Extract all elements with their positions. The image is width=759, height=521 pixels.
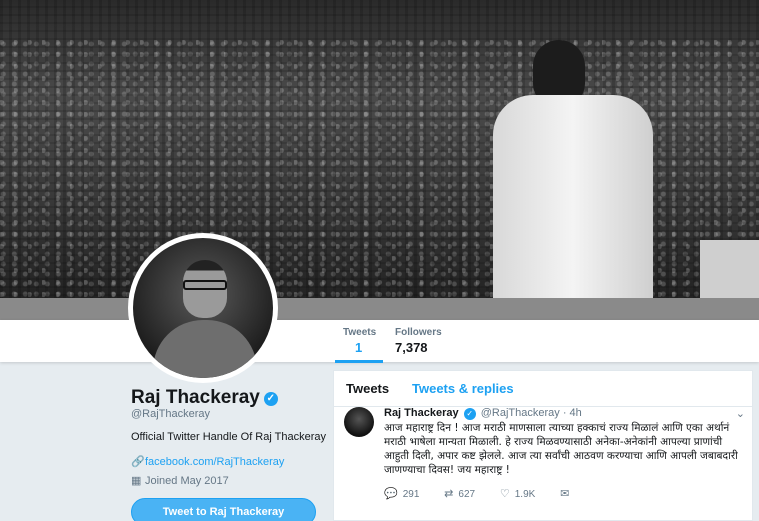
tweet-header: Raj Thackeray ✓ @RajThackeray · 4h	[384, 407, 582, 420]
retweet-icon: ⇄	[444, 488, 454, 500]
tweet-to-button[interactable]: Tweet to Raj Thackeray	[131, 498, 316, 521]
profile-handle[interactable]: @RajThackeray	[131, 408, 210, 420]
reply-icon: 💬	[384, 488, 398, 500]
profile-avatar[interactable]	[128, 233, 278, 383]
stat-tweets-value: 1	[355, 340, 363, 355]
reply-count: 291	[402, 489, 420, 500]
retweet-action[interactable]: ⇄ 627	[444, 487, 475, 500]
reply-action[interactable]: 💬 291	[384, 487, 419, 500]
tweet-author-name[interactable]: Raj Thackeray	[384, 407, 459, 419]
stat-followers-value: 7,378	[395, 340, 428, 355]
profile-link[interactable]: facebook.com/RajThackeray	[145, 456, 284, 468]
banner-speaker	[493, 95, 653, 320]
stat-tweets-label: Tweets	[343, 327, 377, 338]
retweet-count: 627	[458, 489, 476, 500]
stat-followers-label: Followers	[395, 327, 442, 338]
avatar-glasses	[183, 280, 227, 290]
profile-bio: Official Twitter Handle Of Raj Thackeray	[131, 431, 327, 443]
like-action[interactable]: ♡ 1.9K	[500, 487, 535, 500]
link-icon: 🔗	[131, 456, 145, 468]
tweet-verified-icon: ✓	[463, 408, 476, 420]
tweet[interactable]: Raj Thackeray ✓ @RajThackeray · 4h ⌄ आज …	[333, 370, 753, 521]
tweet-avatar[interactable]	[344, 407, 374, 437]
profile-name-row: Raj Thackeray ✓	[131, 387, 278, 409]
profile-joined: Joined May 2017	[145, 475, 229, 487]
like-count: 1.9K	[514, 489, 536, 500]
heart-icon: ♡	[499, 488, 510, 500]
tweet-text: आज महाराष्ट्र दिन ! आज मराठी माणसाला त्य…	[384, 422, 738, 476]
profile-joined-row: ▦ Joined May 2017	[131, 474, 229, 487]
profile-link-row: 🔗facebook.com/RajThackeray	[131, 455, 284, 468]
avatar-image	[133, 238, 273, 378]
chevron-down-icon[interactable]: ⌄	[736, 407, 745, 420]
tweet-actions: 💬 291 ⇄ 627 ♡ 1.9K ✉	[384, 487, 596, 500]
verified-badge-icon: ✓	[263, 392, 278, 406]
banner-stage	[0, 298, 759, 320]
tweet-time[interactable]: · 4h	[563, 407, 582, 419]
profile-banner	[0, 0, 759, 320]
avatar-body	[153, 320, 257, 378]
stat-tweets[interactable]: Tweets 1	[335, 327, 383, 363]
profile-name[interactable]: Raj Thackeray	[131, 387, 260, 408]
message-icon: ✉	[560, 488, 570, 500]
message-action[interactable]: ✉	[560, 487, 574, 500]
calendar-icon: ▦	[131, 475, 142, 487]
stat-followers[interactable]: Followers 7,378	[395, 327, 442, 355]
tweet-author-handle[interactable]: @RajThackeray	[481, 407, 560, 419]
